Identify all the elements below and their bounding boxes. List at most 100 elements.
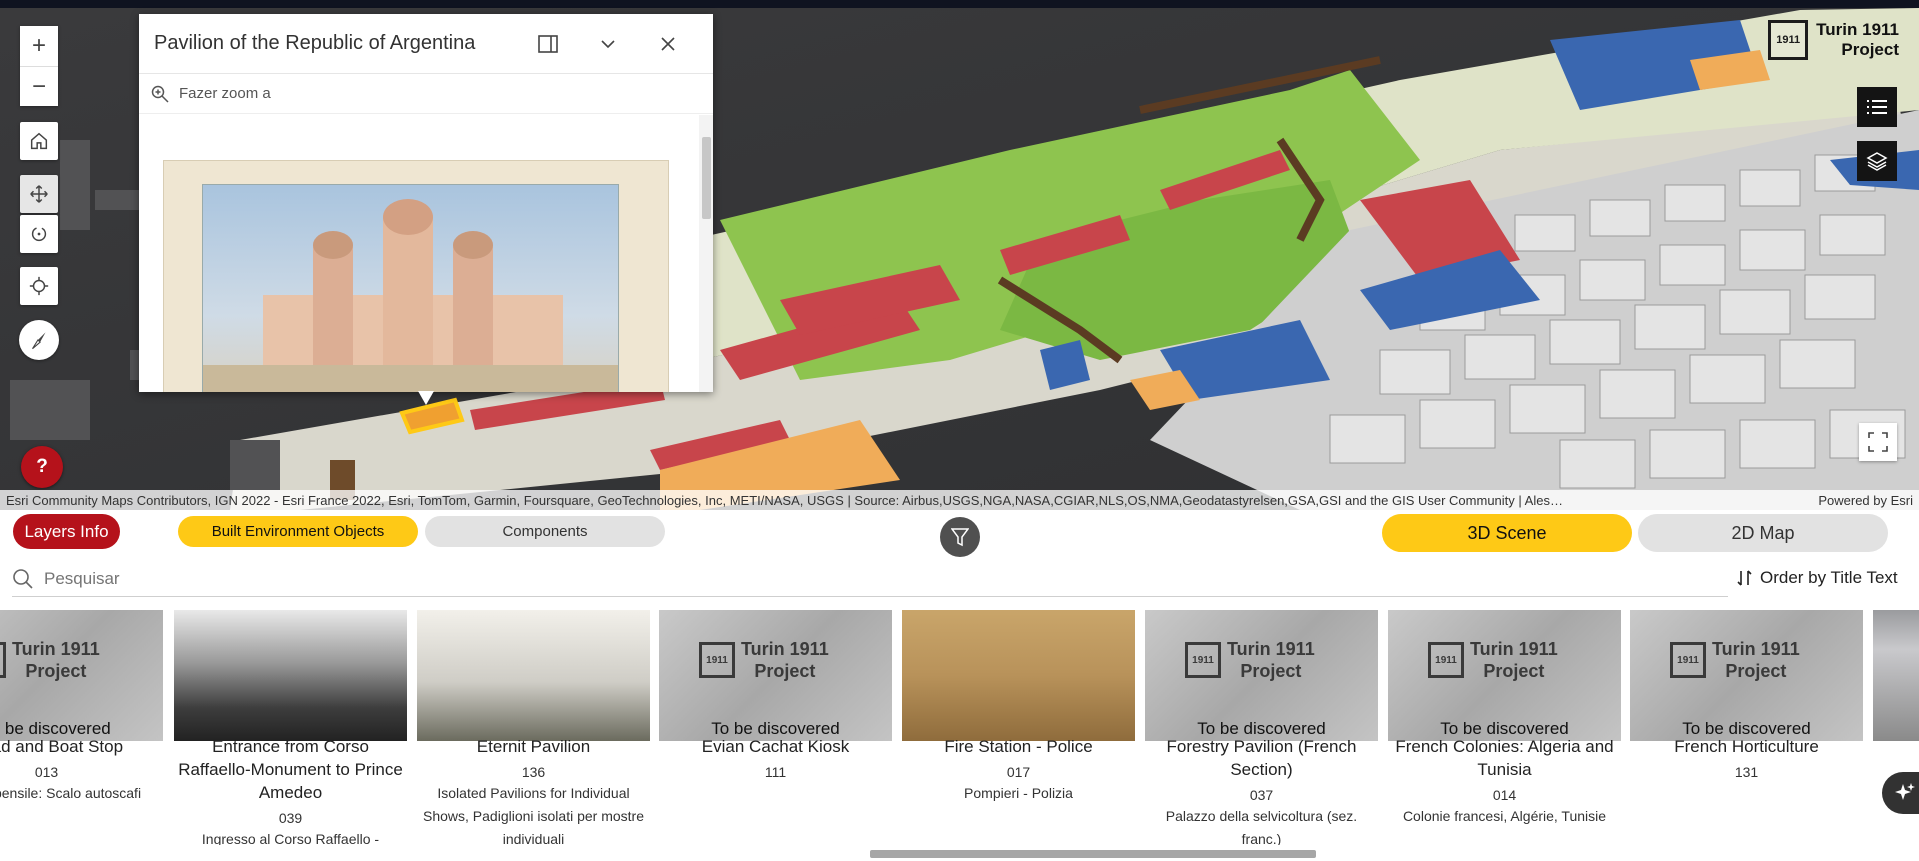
- placeholder-line2: Project: [1483, 661, 1545, 681]
- help-icon: ?: [36, 456, 48, 477]
- collapse-button[interactable]: [578, 24, 638, 64]
- list-item[interactable]: Fire Station - Police 017 Pompieri - Pol…: [902, 610, 1135, 805]
- logo-line2: Project: [1841, 40, 1899, 59]
- card-number: 039: [278, 810, 303, 826]
- home-icon: [30, 132, 48, 150]
- help-button[interactable]: ?: [21, 446, 63, 488]
- search-bar: [12, 562, 1728, 597]
- placeholder-line1: Turin 1911: [741, 639, 829, 659]
- pan-icon: [30, 185, 48, 203]
- card-description: ggiata pensile: Scalo autoscafi: [0, 785, 142, 801]
- placeholder-mark: 1911: [0, 642, 6, 678]
- card-title: Entrance from Corso Raffaello-Monument t…: [178, 737, 403, 802]
- list-item[interactable]: Entrance from Corso Raffaello-Monument t…: [174, 610, 407, 845]
- popup-scrollbar[interactable]: [699, 115, 713, 392]
- card-number: 131: [1734, 764, 1759, 780]
- card-image: [417, 610, 650, 741]
- feature-popup: Pavilion of the Republic of Argentina Fa…: [139, 14, 713, 392]
- card-image: [902, 610, 1135, 741]
- scene-view[interactable]: + − ? Pavilion of the Republic of Argent…: [0, 0, 1919, 510]
- layers-icon: [1866, 152, 1888, 171]
- locate-icon: [29, 276, 49, 296]
- list-item[interactable]: 1911 Turin 1911 Project To be discovered F…: [1145, 610, 1378, 845]
- search-input[interactable]: [44, 569, 644, 589]
- legend-list-button[interactable]: [1857, 87, 1897, 127]
- list-item[interactable]: 1911 Turin 1911 Project To be discovered F…: [1388, 610, 1621, 828]
- chevron-down-icon: [601, 39, 615, 48]
- popup-image[interactable]: [163, 160, 669, 392]
- card-list-scrollbar[interactable]: [0, 846, 1919, 860]
- fullscreen-icon: [1868, 432, 1888, 452]
- placeholder-line1: Turin 1911: [1712, 639, 1800, 659]
- card-image: [174, 610, 407, 741]
- close-button[interactable]: [638, 24, 698, 64]
- card-description: Palazzo della selvicoltura (sez. franc.): [1165, 808, 1358, 845]
- placeholder-line2: Project: [1240, 661, 1302, 681]
- placeholder-line1: Turin 1911: [1227, 639, 1315, 659]
- popup-header: Pavilion of the Republic of Argentina: [139, 14, 713, 74]
- scene-3d-button[interactable]: 3D Scene: [1382, 514, 1632, 552]
- card-number: 037: [1249, 787, 1274, 803]
- object-card-list: 1911Turin 1911Project To be discovered R…: [0, 610, 1919, 845]
- list-item[interactable]: 1911 Turin 1911 Project To be discovered F…: [1630, 610, 1863, 782]
- zoom-out-button[interactable]: −: [20, 66, 58, 106]
- map-attribution[interactable]: Esri Community Maps Contributors, IGN 20…: [0, 490, 1919, 510]
- tab-built-environment[interactable]: Built Environment Objects: [178, 516, 418, 547]
- card-number: 017: [1006, 764, 1031, 780]
- order-by-label: Order by Title Text: [1760, 568, 1898, 587]
- list-item[interactable]: [1873, 610, 1919, 741]
- home-button[interactable]: [20, 122, 58, 160]
- card-title: Road and Boat Stop: [0, 737, 124, 756]
- list-item[interactable]: Eternit Pavilion 136 Isolated Pavilions …: [417, 610, 650, 845]
- rotate-button[interactable]: [20, 215, 58, 253]
- dock-button[interactable]: [518, 24, 578, 64]
- card-title: French Horticulture: [1674, 737, 1819, 756]
- list-item[interactable]: 1911Turin 1911Project To be discovered R…: [0, 610, 163, 805]
- app: + − ? Pavilion of the Republic of Argent…: [0, 0, 1919, 861]
- popup-title: Pavilion of the Republic of Argentina: [154, 32, 476, 54]
- layers-info-button[interactable]: Layers Info: [13, 514, 120, 549]
- filter-button[interactable]: [940, 517, 980, 557]
- zoom-in-button[interactable]: +: [20, 26, 58, 66]
- list-item[interactable]: 1911 Turin 1911 Project To be discovered E…: [659, 610, 892, 782]
- fullscreen-button[interactable]: [1859, 423, 1897, 461]
- minus-icon: −: [31, 72, 46, 100]
- placeholder-line1: Turin 1911: [12, 639, 100, 659]
- zoom-to-action[interactable]: Fazer zoom a: [139, 74, 713, 114]
- filter-icon: [951, 528, 969, 547]
- placeholder-line2: Project: [25, 661, 87, 681]
- card-title: Evian Cachat Kiosk: [701, 737, 850, 756]
- close-icon: [661, 36, 675, 51]
- locate-button[interactable]: [20, 267, 58, 305]
- powered-by-link[interactable]: Powered by Esri: [1808, 493, 1919, 508]
- placeholder-mark: 1911: [699, 642, 735, 678]
- rotate-icon: [31, 226, 47, 242]
- zoom-control: + −: [20, 26, 58, 106]
- ai-assistant-button[interactable]: [1882, 772, 1919, 814]
- card-title: French Colonies: Algeria and Tunisia: [1395, 737, 1614, 779]
- logo-mark: 1911: [1768, 20, 1809, 60]
- card-image: 1911Turin 1911Project To be discovered: [1630, 610, 1863, 741]
- placeholder-line2: Project: [1725, 661, 1787, 681]
- plus-icon: +: [31, 32, 46, 59]
- popup-content: [139, 115, 713, 392]
- card-image: 1911Turin 1911Project To be discovered: [1388, 610, 1621, 741]
- card-description: Isolated Pavilions for Individual Shows,…: [423, 785, 644, 845]
- ai-sparkle-icon: [1895, 783, 1915, 800]
- card-title: Fire Station - Police: [944, 737, 1093, 756]
- placeholder-line2: Project: [754, 661, 816, 681]
- pan-button[interactable]: [20, 175, 58, 213]
- card-description: Pompieri - Polizia: [964, 785, 1073, 801]
- layer-list-button[interactable]: [1857, 141, 1897, 181]
- card-description: Colonie francesi, Algérie, Tunisie: [1402, 808, 1607, 824]
- placeholder-mark: 1911: [1185, 642, 1221, 678]
- compass-button[interactable]: [19, 320, 59, 360]
- card-number: 013: [34, 764, 59, 780]
- compass-icon: [32, 332, 46, 350]
- map-2d-button[interactable]: 2D Map: [1638, 514, 1888, 552]
- tab-components[interactable]: Components: [425, 516, 665, 547]
- card-title: Eternit Pavilion: [476, 737, 591, 756]
- card-title: Forestry Pavilion (French Section): [1166, 737, 1357, 779]
- card-image: 1911Turin 1911Project To be discovered: [0, 610, 163, 741]
- order-by-button[interactable]: Order by Title Text: [1736, 568, 1898, 588]
